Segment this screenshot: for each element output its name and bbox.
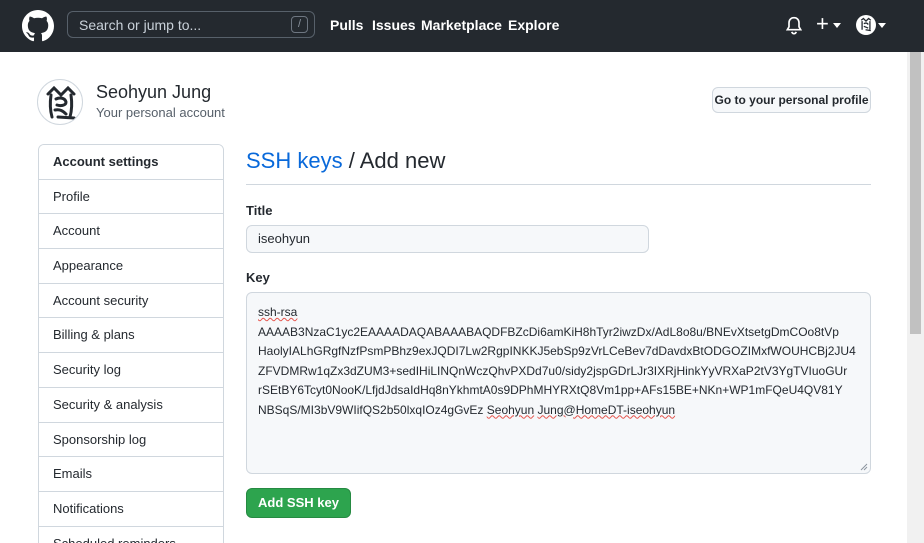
sidebar-item-scheduled-reminders[interactable]: Scheduled reminders (39, 527, 223, 543)
nav-marketplace[interactable]: Marketplace (421, 17, 502, 33)
sidebar-item-account-security[interactable]: Account security (39, 284, 223, 319)
sidebar-item-security-analysis[interactable]: Security & analysis (39, 388, 223, 423)
add-ssh-key-button[interactable]: Add SSH key (246, 488, 351, 518)
github-logo-icon[interactable] (22, 10, 54, 42)
key-comment-name: Seohyun (486, 402, 535, 417)
user-name: Seohyun Jung (96, 82, 212, 102)
go-to-profile-button[interactable]: Go to your personal profile (712, 87, 871, 113)
key-line-text: NBSqS/MI3bV9WIifQS2b50lxqIOz4gGvEz (258, 402, 487, 417)
global-header: Search or jump to... / Pulls Issues Mark… (0, 0, 924, 52)
resize-handle-icon[interactable] (860, 463, 868, 471)
sidebar-item-account[interactable]: Account (39, 214, 223, 250)
key-line: ZFVDMRw1qZx3dZUM3+sedIHiLINQnWczQhvPXDd7… (258, 363, 848, 378)
sidebar-item-appearance[interactable]: Appearance (39, 249, 223, 284)
sidebar-item-billing-plans[interactable]: Billing & plans (39, 318, 223, 354)
key-line: rSEtBY6Tcyt0NooK/LfjdJdsaIdHq8nYkhmtA0s9… (258, 383, 843, 397)
key-line: AAAAB3NzaC1yc2EAAAADAQABAAABAQDFBZcDi6am… (258, 324, 839, 339)
search-input[interactable]: Search or jump to... / (67, 11, 315, 38)
page-title: SSH keys / Add new (246, 148, 445, 174)
title-label: Title (246, 203, 273, 218)
sidebar-item-sponsorship-log[interactable]: Sponsorship log (39, 423, 223, 458)
heading-divider (246, 184, 871, 185)
search-placeholder: Search or jump to... (79, 17, 202, 33)
avatar (37, 79, 83, 125)
settings-sidebar: Account settings Profile Account Appeara… (38, 144, 224, 543)
avatar-glyph-icon (860, 17, 872, 32)
page-scrollbar-thumb[interactable] (910, 52, 921, 334)
account-type-label: Your personal account (96, 105, 225, 120)
sidebar-item-notifications[interactable]: Notifications (39, 492, 223, 527)
breadcrumb-ssh-keys-link[interactable]: SSH keys (246, 148, 343, 173)
create-chevron-down-icon[interactable] (833, 23, 841, 28)
breadcrumb-current: Add new (359, 148, 446, 173)
user-avatar-menu[interactable] (856, 15, 876, 35)
key-label: Key (246, 270, 270, 285)
create-new-icon[interactable]: + (816, 13, 829, 35)
notifications-bell-icon[interactable] (785, 16, 803, 36)
sidebar-item-security-log[interactable]: Security log (39, 353, 223, 388)
sidebar-heading-account-settings: Account settings (39, 145, 223, 180)
nav-issues[interactable]: Issues (372, 17, 416, 33)
key-line: ssh-rsa (258, 305, 298, 319)
sidebar-item-profile[interactable]: Profile (39, 180, 223, 215)
avatar-chevron-down-icon[interactable] (878, 23, 886, 28)
breadcrumb-separator: / (348, 148, 355, 173)
nav-pulls[interactable]: Pulls (330, 17, 363, 33)
avatar-glyph-icon (46, 85, 76, 120)
sidebar-item-emails[interactable]: Emails (39, 457, 223, 492)
title-field[interactable]: iseohyun (246, 225, 649, 253)
nav-explore[interactable]: Explore (508, 17, 559, 33)
search-shortcut-key: / (291, 16, 308, 33)
key-textarea[interactable]: ssh-rsa AAAAB3NzaC1yc2EAAAADAQABAAABAQDF… (246, 292, 871, 474)
key-comment-host: Jung@HomeDT-iseohyun (537, 402, 676, 417)
key-line-last: NBSqS/MI3bV9WIifQS2b50lxqIOz4gGvEz Seohy… (258, 401, 859, 421)
key-line: HaolyIALhGRgfNzfPsmPBhz9exJQDI7Lw2RgpINK… (258, 344, 856, 358)
